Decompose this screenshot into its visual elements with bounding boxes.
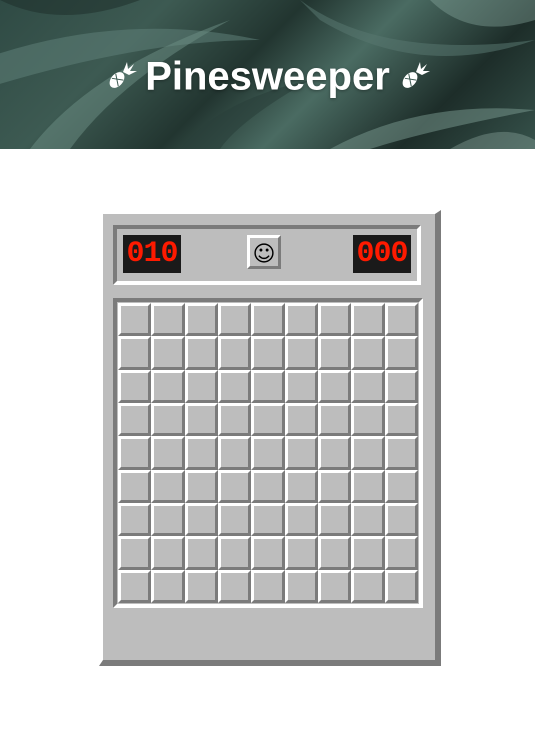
minefield-cell[interactable]: [184, 336, 218, 370]
pineapple-icon: [402, 62, 430, 89]
minefield-cell[interactable]: [384, 469, 418, 503]
minefield-cell[interactable]: [384, 369, 418, 403]
minefield-cell[interactable]: [351, 569, 385, 603]
minefield-cell[interactable]: [317, 402, 352, 437]
minefield-cell[interactable]: [251, 469, 285, 503]
minefield-cell[interactable]: [317, 436, 352, 470]
minefield-cell[interactable]: [217, 402, 252, 437]
minefield-cell[interactable]: [384, 536, 418, 570]
minefield-cell[interactable]: [184, 469, 218, 503]
minefield-cell[interactable]: [184, 303, 218, 337]
minefield-cell[interactable]: [251, 436, 285, 470]
minefield-cell[interactable]: [118, 369, 152, 403]
minefield-cell[interactable]: [118, 303, 152, 337]
minefield-cell[interactable]: [384, 436, 418, 470]
minefield-cell[interactable]: [384, 502, 418, 537]
minefield-cell[interactable]: [217, 303, 252, 337]
minefield-cell[interactable]: [251, 369, 285, 403]
minefield-cell[interactable]: [151, 336, 185, 370]
minefield-cell[interactable]: [351, 536, 385, 570]
minefield-cell[interactable]: [351, 303, 385, 337]
minefield-cell[interactable]: [317, 369, 352, 403]
mine-counter: 010: [123, 235, 181, 273]
minefield-cell[interactable]: [284, 469, 318, 503]
minefield-cell[interactable]: [384, 402, 418, 437]
minefield-cell[interactable]: [317, 502, 352, 537]
minesweeper-window: 010 ☺ 000: [99, 210, 441, 666]
minefield-cell[interactable]: [351, 469, 385, 503]
minefield-cell[interactable]: [184, 569, 218, 603]
minefield-cell[interactable]: [118, 502, 152, 537]
minefield-cell[interactable]: [217, 536, 252, 570]
minefield-cell[interactable]: [184, 436, 218, 470]
game-status-bar: 010 ☺ 000: [113, 225, 421, 285]
minefield-cell[interactable]: [284, 369, 318, 403]
minefield-cell[interactable]: [217, 469, 252, 503]
minefield-cell[interactable]: [251, 569, 285, 603]
minefield-cell[interactable]: [184, 536, 218, 570]
minefield-cell[interactable]: [251, 303, 285, 337]
reset-face-button[interactable]: ☺: [247, 235, 281, 269]
minefield-cell[interactable]: [384, 569, 418, 603]
minefield-cell[interactable]: [118, 469, 152, 503]
minefield-cell[interactable]: [251, 502, 285, 537]
minefield-cell[interactable]: [317, 336, 352, 370]
minefield-cell[interactable]: [118, 536, 152, 570]
pineapple-icon: [109, 62, 138, 89]
minefield-cell[interactable]: [151, 369, 185, 403]
minefield-cell[interactable]: [184, 369, 218, 403]
minefield-cell[interactable]: [351, 336, 385, 370]
minefield-cell[interactable]: [251, 536, 285, 570]
page-title: Pinesweeper: [0, 48, 535, 102]
minefield-cell[interactable]: [118, 336, 152, 370]
minefield-cell[interactable]: [251, 336, 285, 370]
minefield-cell[interactable]: [151, 469, 185, 503]
minefield-cell[interactable]: [351, 502, 385, 537]
minefield-cell[interactable]: [151, 303, 185, 337]
title-text: Pinesweeper: [145, 54, 390, 99]
minefield-cell[interactable]: [118, 402, 152, 437]
minefield-cell[interactable]: [284, 303, 318, 337]
minefield-cell[interactable]: [217, 436, 252, 470]
minefield-cell[interactable]: [217, 336, 252, 370]
header-banner: Pinesweeper: [0, 0, 535, 149]
minefield-cell[interactable]: [217, 502, 252, 537]
minefield-cell[interactable]: [284, 402, 318, 437]
minefield-cell[interactable]: [118, 436, 152, 470]
minefield-cell[interactable]: [317, 536, 352, 570]
minefield-cell[interactable]: [351, 402, 385, 437]
timer-display: 000: [353, 235, 411, 273]
minefield-cell[interactable]: [284, 502, 318, 537]
minefield-cell[interactable]: [217, 369, 252, 403]
minefield-cell[interactable]: [284, 536, 318, 570]
minefield-cell[interactable]: [118, 569, 152, 603]
minefield-cell[interactable]: [251, 402, 285, 437]
minefield-cell[interactable]: [284, 436, 318, 470]
minefield-cell[interactable]: [184, 402, 218, 437]
minefield-cell[interactable]: [151, 536, 185, 570]
minefield-cell[interactable]: [184, 502, 218, 537]
minefield-cell[interactable]: [351, 436, 385, 470]
minefield-cell[interactable]: [151, 569, 185, 603]
minefield-cell[interactable]: [217, 569, 252, 603]
minefield-cell[interactable]: [284, 569, 318, 603]
minefield-cell[interactable]: [317, 569, 352, 603]
minefield-cell[interactable]: [317, 469, 352, 503]
minefield-cell[interactable]: [384, 303, 418, 337]
minefield-cell[interactable]: [317, 303, 352, 337]
minefield-cell[interactable]: [384, 336, 418, 370]
minefield-cell[interactable]: [151, 436, 185, 470]
mine-field: [113, 298, 423, 608]
minefield-cell[interactable]: [351, 369, 385, 403]
minefield-cell[interactable]: [284, 336, 318, 370]
minefield-cell[interactable]: [151, 502, 185, 537]
minefield-cell[interactable]: [151, 402, 185, 437]
